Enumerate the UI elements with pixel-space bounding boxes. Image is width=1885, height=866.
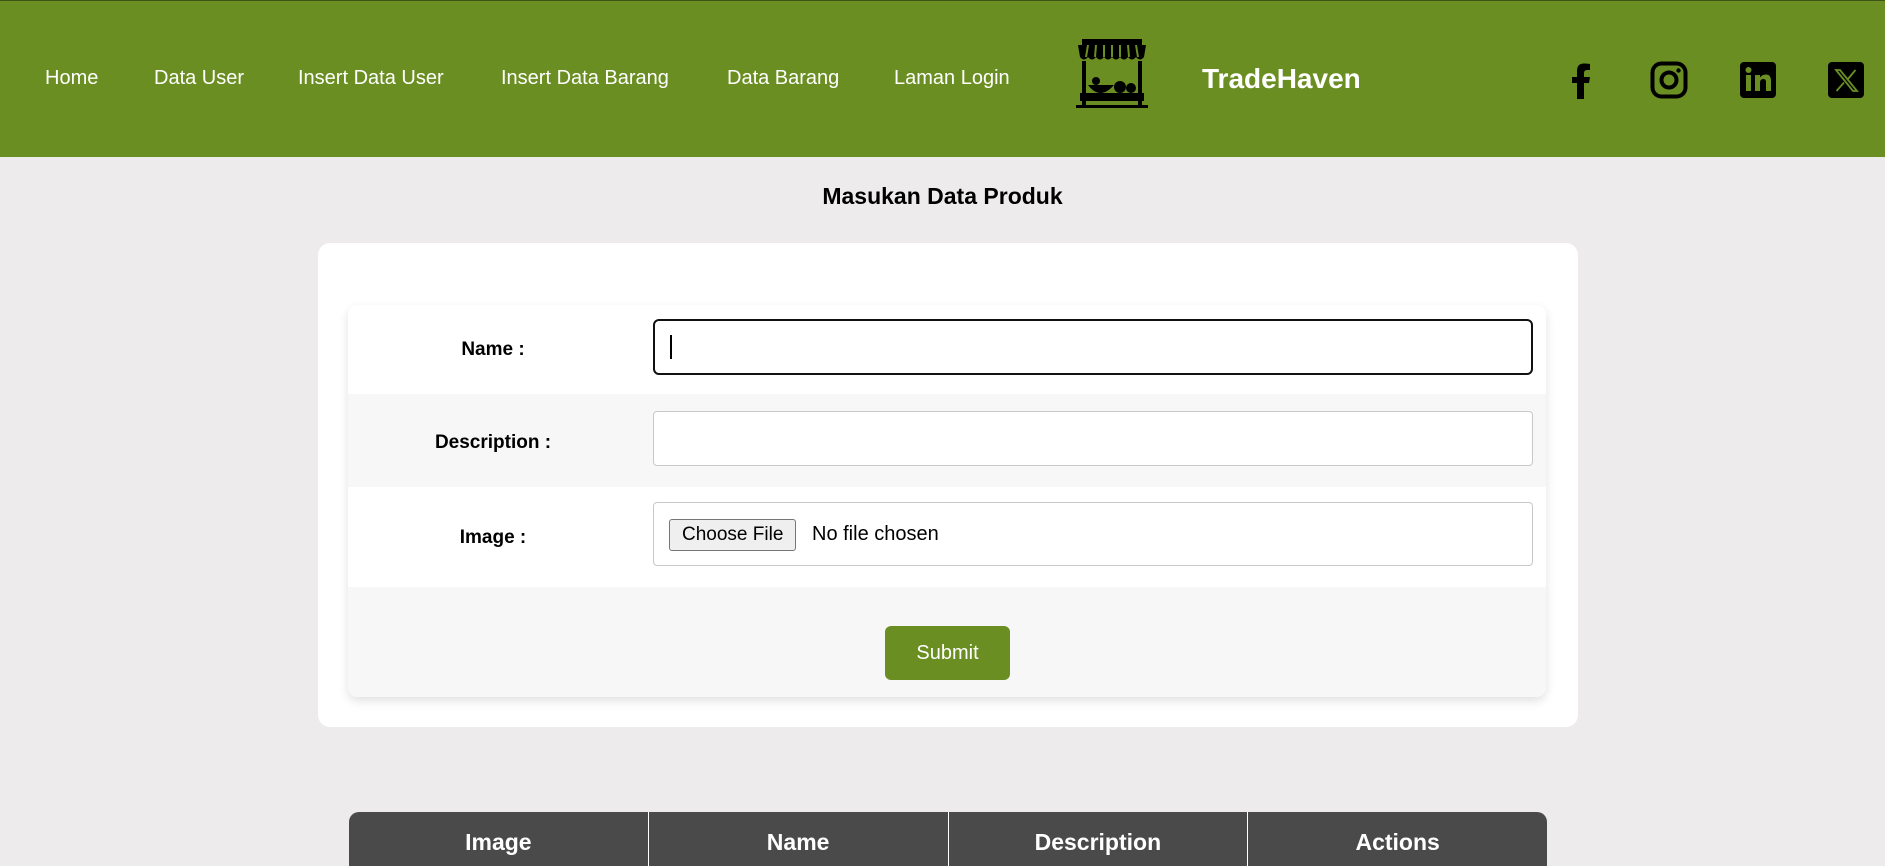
column-header-actions: Actions — [1355, 829, 1440, 855]
nav-data-barang[interactable]: Data Barang — [727, 67, 839, 90]
product-table-header: Image Name Description Actions — [349, 812, 1547, 866]
nav-data-user[interactable]: Data User — [154, 67, 244, 90]
product-form: Name : Description : Image : Choose File… — [348, 305, 1546, 697]
linkedin-icon[interactable] — [1739, 61, 1777, 99]
description-row: Description : — [348, 394, 1546, 487]
image-row: Image : Choose File No file chosen — [348, 487, 1546, 587]
column-header-image: Image — [349, 812, 649, 866]
column-header-description: Description — [949, 812, 1249, 866]
x-icon[interactable] — [1827, 61, 1865, 99]
nav-insert-data-user[interactable]: Insert Data User — [298, 67, 444, 90]
column-header-name: Name — [649, 812, 949, 866]
brand-name[interactable]: TradeHaven — [1202, 63, 1361, 95]
text-caret — [670, 335, 672, 359]
name-input[interactable] — [653, 319, 1533, 375]
nav-laman-login[interactable]: Laman Login — [894, 67, 1010, 90]
submit-row: Submit — [348, 587, 1546, 697]
navbar: Home Data User Insert Data User Insert D… — [0, 0, 1885, 157]
nav-insert-data-barang[interactable]: Insert Data Barang — [501, 67, 669, 90]
description-input[interactable] — [653, 411, 1533, 466]
description-label: Description : — [434, 432, 552, 453]
choose-file-button[interactable]: Choose File — [669, 519, 797, 551]
submit-button[interactable]: Submit — [885, 626, 1010, 680]
facebook-icon[interactable] — [1562, 61, 1600, 99]
image-label: Image : — [459, 527, 527, 548]
page-title: Masukan Data Produk — [822, 183, 1063, 209]
image-file-input[interactable]: Choose File No file chosen — [653, 502, 1533, 566]
name-row: Name : — [348, 305, 1546, 394]
form-card: Name : Description : Image : Choose File… — [318, 243, 1578, 727]
file-status: No file chosen — [812, 523, 939, 545]
name-label: Name : — [461, 339, 525, 360]
market-stall-icon — [1074, 35, 1150, 109]
nav-home[interactable]: Home — [45, 67, 98, 90]
instagram-icon[interactable] — [1650, 61, 1688, 99]
